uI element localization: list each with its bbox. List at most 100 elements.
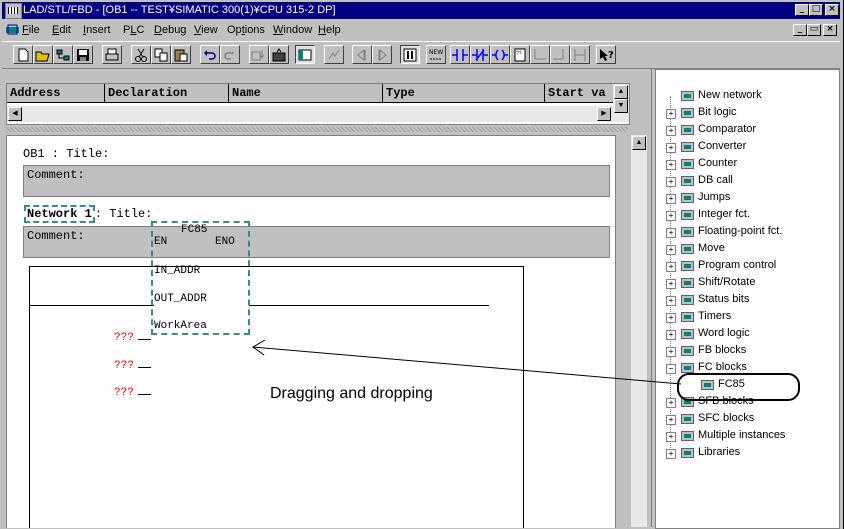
column-declaration[interactable]: Declaration [105, 84, 229, 102]
cut-button[interactable] [131, 45, 151, 64]
catalog-item-converter[interactable]: + Converter [656, 139, 836, 155]
minimize-button[interactable]: _ [795, 4, 809, 16]
menu-edit[interactable]: Edit [52, 24, 71, 36]
code-scroll-up-button[interactable]: ▲ [632, 136, 646, 150]
pane-splitter[interactable] [6, 127, 628, 132]
column-type[interactable]: Type [383, 84, 545, 102]
column-address[interactable]: Address [7, 84, 105, 102]
document-icon[interactable] [6, 24, 20, 35]
expand-toggle-icon[interactable]: + [666, 296, 676, 306]
expand-toggle-icon[interactable]: + [666, 228, 676, 238]
scroll-right-button[interactable]: ▶ [597, 107, 611, 121]
catalog-item-jumps[interactable]: + Jumps [656, 190, 836, 206]
code-vertical-scrollbar[interactable]: ▲ [631, 135, 647, 527]
undo-button[interactable] [200, 45, 220, 64]
mdi-minimize-button[interactable]: _ [793, 24, 807, 36]
app-icon[interactable] [5, 3, 22, 19]
save-button[interactable] [73, 45, 93, 64]
expand-toggle-icon[interactable]: + [666, 211, 676, 221]
scroll-down-button[interactable]: ▼ [614, 99, 628, 113]
catalog-item-counter[interactable]: + Counter [656, 156, 836, 172]
expand-toggle-icon[interactable]: + [666, 313, 676, 323]
catalog-item-program-control[interactable]: + Program control [656, 258, 836, 274]
empty-box-button[interactable]: ?? [510, 45, 530, 64]
declaration-vertical-scrollbar[interactable]: ▲ ▼ [613, 84, 629, 122]
network-label[interactable]: Network 1 [24, 205, 95, 223]
menu-window[interactable]: Window [273, 24, 312, 36]
mdi-restore-button[interactable]: ▭ [807, 24, 821, 36]
new-button[interactable] [13, 45, 33, 64]
coil-button[interactable] [490, 45, 510, 64]
expand-toggle-icon[interactable]: + [666, 279, 676, 289]
column-start-value[interactable]: Start va [545, 84, 613, 102]
menu-view[interactable]: View [194, 24, 218, 36]
network-comment[interactable]: Comment: [23, 226, 610, 258]
catalog-item-sfc-blocks[interactable]: + SFC blocks [656, 411, 836, 427]
expand-toggle-icon[interactable]: + [666, 143, 676, 153]
expand-toggle-icon[interactable]: + [666, 109, 676, 119]
menu-help[interactable]: Help [318, 24, 341, 36]
no-contact-button[interactable] [450, 45, 470, 64]
nc-contact-button[interactable] [470, 45, 490, 64]
catalog-toggle-button[interactable] [400, 45, 420, 64]
catalog-item-multiple-instances[interactable]: + Multiple instances [656, 428, 836, 444]
block-comment[interactable]: Comment: [23, 165, 610, 197]
menu-plc[interactable]: PLC [123, 24, 144, 36]
scroll-left-button[interactable]: ◀ [8, 107, 22, 121]
overview-toggle-button[interactable] [295, 45, 315, 64]
next-network-button[interactable] [372, 45, 392, 64]
catalog-item-timers[interactable]: + Timers [656, 309, 836, 325]
maximize-button[interactable]: □ [809, 4, 823, 16]
open-button[interactable] [33, 45, 53, 64]
catalog-item-new-network[interactable]: New network [656, 88, 836, 104]
param-placeholder-1[interactable]: ??? [114, 332, 134, 344]
monitor-button[interactable] [269, 45, 289, 64]
fc85-block[interactable]: EN FC85 ENO IN_ADDR OUT_ADDR WorkArea [151, 221, 250, 335]
previous-network-button[interactable] [352, 45, 372, 64]
expand-toggle-icon[interactable]: + [666, 330, 676, 340]
catalog-item-status-bits[interactable]: + Status bits [656, 292, 836, 308]
close-button[interactable]: × [825, 4, 839, 16]
connection-button[interactable] [570, 45, 590, 64]
declaration-horizontal-scrollbar[interactable]: ◀ ▶ [7, 106, 613, 122]
catalog-item-libraries[interactable]: + Libraries [656, 445, 836, 461]
expand-toggle-icon[interactable]: + [666, 415, 676, 425]
catalog-item-integer-fct[interactable]: + Integer fct. [656, 207, 836, 223]
scroll-up-button[interactable]: ▲ [614, 85, 628, 99]
mdi-close-button[interactable]: × [823, 24, 837, 36]
expand-toggle-icon[interactable]: + [666, 432, 676, 442]
expand-toggle-icon[interactable]: + [666, 398, 676, 408]
expand-toggle-icon[interactable]: + [666, 194, 676, 204]
open-branch-button[interactable] [530, 45, 550, 64]
accessible-nodes-button[interactable] [53, 45, 73, 64]
catalog-item-move[interactable]: + Move [656, 241, 836, 257]
catalog-item-floating-point-fct[interactable]: + Floating-point fct. [656, 224, 836, 240]
expand-toggle-icon[interactable]: + [666, 262, 676, 272]
menu-options[interactable]: Options [227, 24, 265, 36]
copy-button[interactable] [151, 45, 171, 64]
close-branch-button[interactable] [550, 45, 570, 64]
catalog-item-comparator[interactable]: + Comparator [656, 122, 836, 138]
redo-button[interactable] [220, 45, 240, 64]
menu-file[interactable]: File [22, 24, 40, 36]
catalog-item-shift-rotate[interactable]: + Shift/Rotate [656, 275, 836, 291]
print-button[interactable] [102, 45, 122, 64]
param-placeholder-2[interactable]: ??? [114, 360, 134, 372]
catalog-item-bit-logic[interactable]: + Bit logic [656, 105, 836, 121]
param-placeholder-3[interactable]: ??? [114, 387, 134, 399]
expand-toggle-icon[interactable]: + [666, 449, 676, 459]
expand-toggle-icon[interactable]: + [666, 126, 676, 136]
menu-insert[interactable]: Insert [83, 24, 111, 36]
download-button[interactable] [249, 45, 269, 64]
catalog-item-db-call[interactable]: + DB call [656, 173, 836, 189]
new-network-button[interactable]: NEW [426, 45, 446, 64]
expand-toggle-icon[interactable]: + [666, 160, 676, 170]
disabled-tool-button[interactable] [324, 45, 344, 64]
menu-debug[interactable]: Debug [154, 24, 186, 36]
code-section[interactable]: OB1 : Title: Comment: Network 1: Title: … [6, 135, 616, 528]
paste-button[interactable] [171, 45, 191, 64]
column-name[interactable]: Name [229, 84, 383, 102]
help-context-button[interactable]: ? [596, 45, 616, 64]
expand-toggle-icon[interactable]: + [666, 177, 676, 187]
expand-toggle-icon[interactable]: + [666, 245, 676, 255]
